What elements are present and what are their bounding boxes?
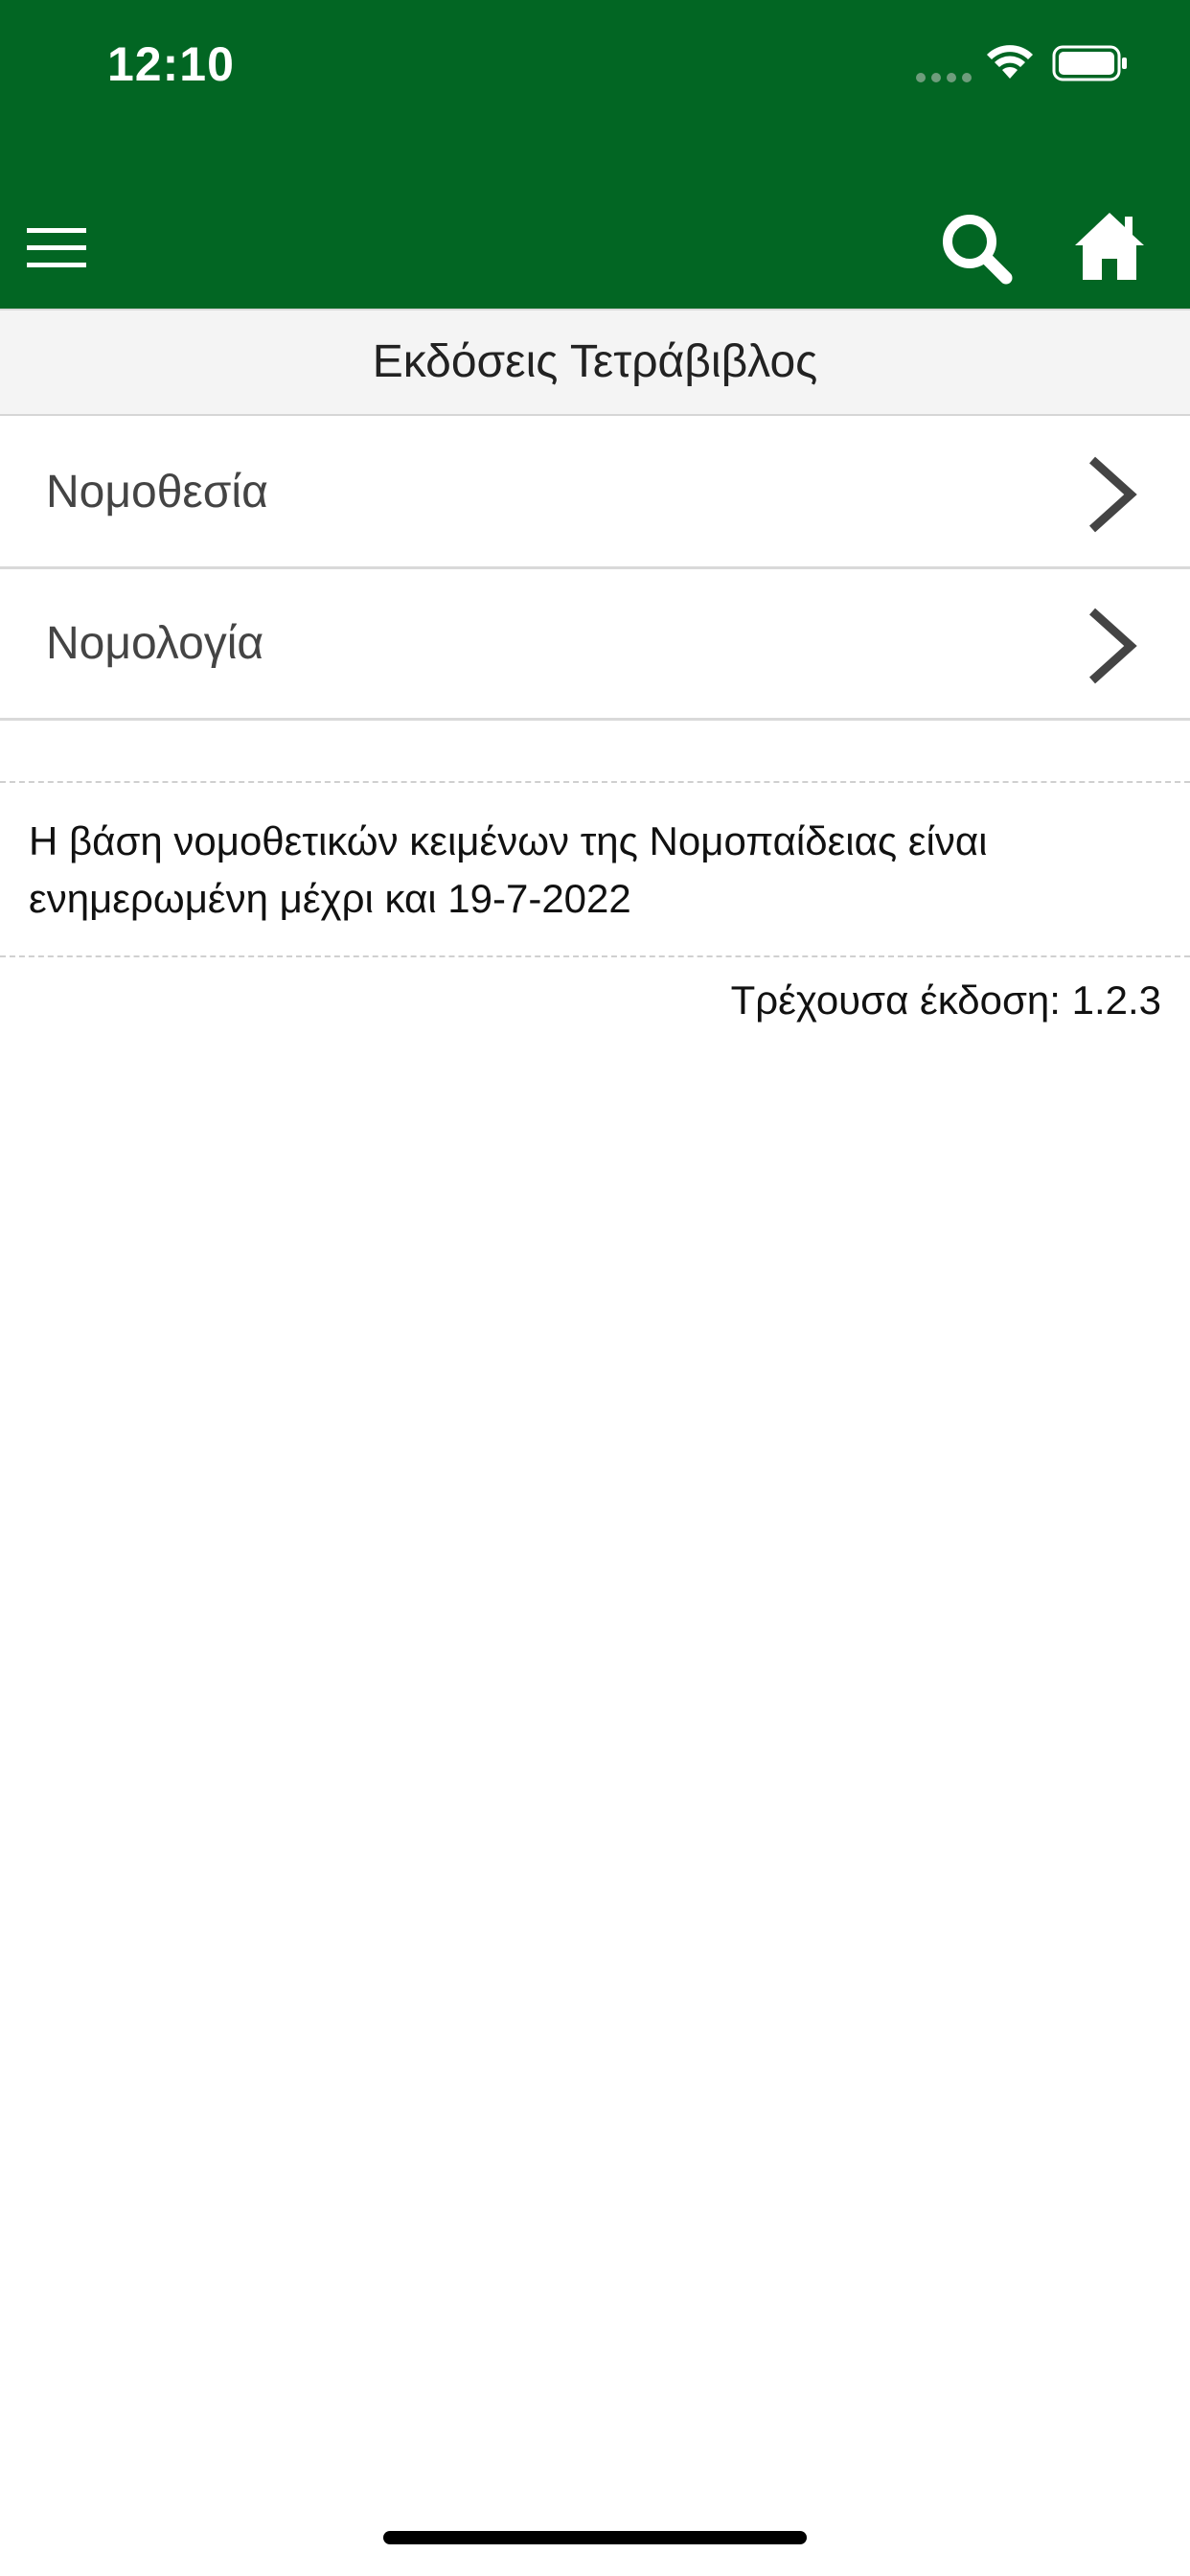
wifi-icon: [987, 45, 1033, 79]
home-indicator[interactable]: [383, 2531, 807, 2544]
list-item-label: Νομοθεσία: [46, 467, 268, 518]
database-info-text: Η βάση νομοθετικών κειμένων της Νομοπαίδ…: [29, 813, 1159, 928]
app-version-text: Τρέχουσα έκδοση: 1.2.3: [730, 978, 1161, 1023]
battery-icon: [1052, 45, 1127, 81]
list-item-label: Νομολογία: [46, 618, 264, 669]
divider-dashed-top: [0, 781, 1190, 783]
divider-dashed-bottom: [0, 955, 1190, 957]
hamburger-menu-icon[interactable]: [27, 226, 86, 268]
list-item-nomothesia[interactable]: Νομοθεσία: [0, 418, 1190, 569]
chevron-right-icon: [1088, 456, 1137, 533]
cellular-signal-icon: [916, 73, 972, 82]
app-header: 12:10: [0, 0, 1190, 309]
chevron-right-icon: [1088, 608, 1137, 684]
app-screen: 12:10 Εκδόσεις Τετράβιβλος Νομοθεσία Νομ…: [0, 0, 1190, 2576]
info-line-1: Η βάση νομοθετικών κειμένων της Νομοπαίδ…: [29, 818, 988, 863]
status-time: 12:10: [107, 37, 235, 91]
home-icon[interactable]: [1073, 209, 1146, 282]
search-icon[interactable]: [939, 211, 1014, 286]
list-item-nomologia[interactable]: Νομολογία: [0, 569, 1190, 721]
section-title: Εκδόσεις Τετράβιβλος: [0, 309, 1190, 416]
info-line-2: ενημερωμένη μέχρι και 19-7-2022: [29, 876, 631, 921]
